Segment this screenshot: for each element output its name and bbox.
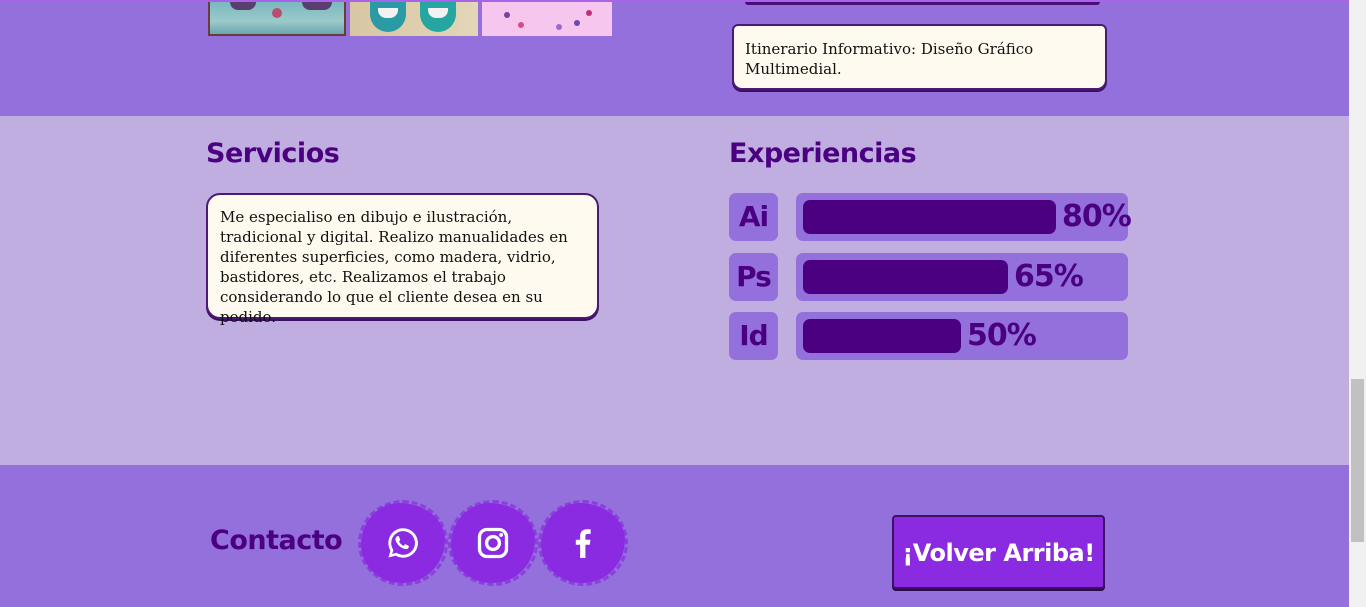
servicios-text: Me especialiso en dibujo e ilustración, … (220, 208, 568, 326)
whatsapp-icon (388, 528, 418, 558)
skill-percent-ps: 65% (1014, 259, 1084, 294)
skill-fill-id (803, 319, 961, 353)
skill-percent-id: 50% (967, 318, 1037, 353)
servicios-card: Me especialiso en dibujo e ilustración, … (206, 193, 599, 326)
experiencias-title: Experiencias (729, 138, 917, 169)
gallery-band: Itinerario Informativo: Diseño Gráfico M… (0, 0, 1349, 116)
facebook-link[interactable] (538, 500, 628, 586)
info-text: Itinerario Informativo: Diseño Gráfico M… (745, 40, 1034, 78)
gallery-image-1[interactable] (208, 2, 346, 36)
page: Itinerario Informativo: Diseño Gráfico M… (0, 0, 1349, 607)
skill-tag-ps: Ps (729, 253, 778, 301)
scrollbar-thumb[interactable] (1351, 379, 1364, 542)
facebook-icon (575, 529, 591, 558)
skill-fill-ps (803, 260, 1008, 294)
skill-tag-id: Id (729, 312, 778, 360)
footer: Contacto ¡Volver Arriba! (0, 465, 1349, 607)
services-experience-section: Servicios Me especialiso en dibujo e ilu… (0, 116, 1349, 465)
gallery-image-2[interactable] (350, 2, 478, 36)
gallery-image-3[interactable] (482, 2, 612, 36)
instagram-icon (477, 527, 509, 559)
skill-bar-ps: 65% (796, 253, 1128, 301)
vertical-scrollbar[interactable] (1349, 0, 1366, 607)
skill-tag-ai: Ai (729, 193, 778, 241)
back-to-top-button[interactable]: ¡Volver Arriba! (892, 515, 1105, 589)
contacto-title: Contacto (210, 525, 343, 556)
skill-percent-ai: 80% (1062, 199, 1132, 234)
whatsapp-link[interactable] (358, 500, 448, 586)
instagram-link[interactable] (448, 500, 538, 586)
skill-bar-id: 50% (796, 312, 1128, 360)
skill-fill-ai (803, 200, 1056, 234)
info-card: Itinerario Informativo: Diseño Gráfico M… (732, 24, 1107, 90)
servicios-title: Servicios (206, 138, 340, 169)
info-card-previous-edge (745, 2, 1100, 5)
skill-bar-ai: 80% (796, 193, 1132, 241)
